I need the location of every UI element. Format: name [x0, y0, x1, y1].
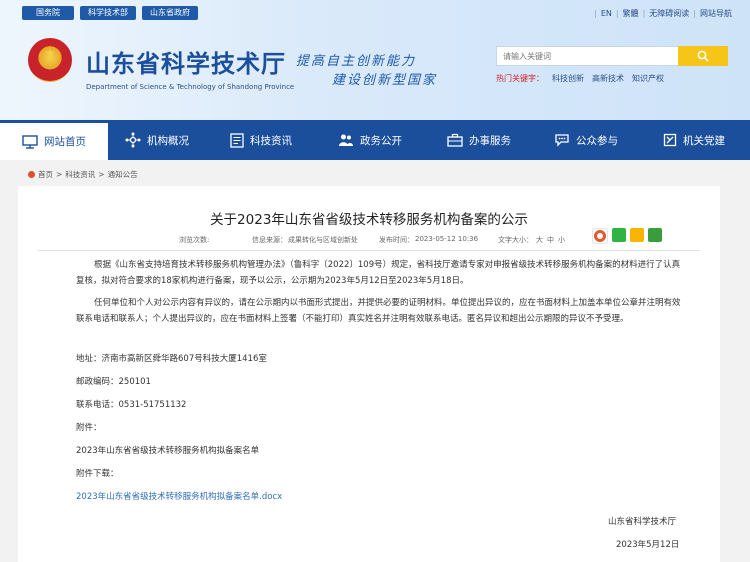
nav-label: 网站首页	[44, 136, 86, 148]
flag-icon	[663, 133, 677, 146]
signature: 山东省科学技术厅	[608, 517, 677, 527]
accessibility-link[interactable]: 无障碍阅读	[649, 8, 689, 19]
phone: 联系电话：0531-51751132	[76, 400, 187, 410]
news-icon	[230, 132, 244, 148]
site-subtitle: Department of Science & Technology of Sh…	[86, 83, 295, 91]
utility-links: | EN | 繁體 | 无障碍阅读 | 网站导航	[594, 8, 732, 19]
top-link-most[interactable]: 科学技术部	[80, 6, 136, 20]
search-input[interactable]	[496, 46, 678, 66]
nav-label: 科技资讯	[250, 134, 292, 147]
sitemap-link[interactable]: 网站导航	[700, 8, 732, 19]
hot-keyword[interactable]: 知识产权	[632, 73, 664, 84]
address: 地址：济南市高新区舜华路607号科技大厦1416室	[76, 354, 267, 364]
article: 关于2023年山东省省级技术转移服务机构备案的公示 浏览次数: 信息来源： 成果…	[18, 186, 720, 562]
hot-keyword[interactable]: 高新技术	[592, 73, 624, 84]
nav-label: 办事服务	[469, 134, 511, 147]
hot-keyword[interactable]: 科技创新	[552, 73, 584, 84]
nav-gov-affairs[interactable]: 政务公开	[316, 120, 424, 160]
slogan-line-1: 提高自主创新能力	[296, 54, 417, 69]
traditional-chinese-link[interactable]: 繁體	[623, 8, 639, 19]
search-button[interactable]	[678, 46, 728, 66]
briefcase-icon	[447, 133, 463, 147]
nav-services[interactable]: 办事服务	[424, 120, 534, 160]
weibo-icon[interactable]	[592, 228, 608, 244]
nav-home[interactable]: 网站首页	[0, 120, 108, 160]
download-label: 附件下载：	[76, 469, 119, 479]
site-title: 山东省科学技术厅	[86, 49, 286, 78]
search-bar	[496, 46, 728, 66]
download-link[interactable]: 2023年山东省省级技术转移服务机构拟备案名单.docx	[76, 490, 688, 506]
site-header: 国务院 科学技术部 山东省政府 | EN | 繁體 | 无障碍阅读 | 网站导航…	[0, 0, 750, 120]
national-emblem-icon	[28, 38, 72, 82]
paragraph-1: 根据《山东省支持培育技术转移服务机构管理办法》（鲁科字〔2022〕109号）规定…	[76, 260, 681, 286]
breadcrumb-notices[interactable]: 通知公告	[108, 169, 138, 180]
slogan-line-2: 建设创新型国家	[332, 73, 438, 88]
nav-public-participation[interactable]: 公众参与	[534, 120, 638, 160]
main-nav: 网站首页 机构概况 科技资讯 政务公开 办事服务 公众参与 机关党建	[0, 120, 750, 160]
views-label: 浏览次数:	[179, 236, 210, 244]
attachment-label: 附件：	[76, 423, 102, 433]
nav-label: 机构概况	[147, 134, 189, 147]
nav-label: 公众参与	[576, 134, 618, 147]
people-icon	[339, 134, 353, 146]
top-links: 国务院 科学技术部 山东省政府	[22, 6, 198, 20]
date-label: 发布时间：	[379, 236, 414, 244]
nav-label: 机关党建	[683, 134, 725, 147]
attachment-name: 2023年山东省省级技术转移服务机构拟备案名单	[76, 446, 260, 456]
nav-label: 政务公开	[360, 134, 402, 147]
monitor-icon	[22, 134, 38, 149]
share-buttons	[592, 228, 662, 244]
breadcrumb-news[interactable]: 科技资讯	[65, 169, 95, 180]
top-link-provincial-gov[interactable]: 山东省政府	[142, 6, 198, 20]
hot-keywords: 热门关键字： 科技创新 高新技术 知识产权	[496, 73, 664, 84]
network-icon	[125, 132, 141, 148]
postcode: 邮政编码：250101	[76, 377, 151, 387]
font-size-small[interactable]: 小	[558, 235, 565, 245]
divider	[38, 250, 700, 251]
douban-icon[interactable]	[648, 228, 662, 242]
top-link-state-council[interactable]: 国务院	[22, 6, 74, 20]
nav-party-building[interactable]: 机关党建	[638, 120, 750, 160]
font-size-medium[interactable]: 中	[547, 235, 554, 245]
hot-keywords-label: 热门关键字：	[496, 74, 544, 83]
source-value: 成果转化与区域创新处	[288, 236, 358, 244]
english-link[interactable]: EN	[601, 9, 612, 18]
nav-news[interactable]: 科技资讯	[206, 120, 316, 160]
source-label: 信息来源：	[252, 236, 287, 244]
location-icon	[28, 171, 35, 178]
search-icon	[697, 50, 709, 62]
font-size-large[interactable]: 大	[536, 235, 543, 245]
date-value: 2023-05-12 10:36	[415, 235, 479, 243]
paragraph-2: 任何单位和个人对公示内容有异议的，请在公示期内以书面形式提出，并提供必要的证明材…	[76, 298, 681, 324]
breadcrumb-home[interactable]: 首页	[38, 169, 53, 180]
breadcrumb: 首页 > 科技资讯 > 通知公告	[28, 169, 138, 180]
wechat-icon[interactable]	[612, 228, 626, 242]
nav-organization[interactable]: 机构概况	[108, 120, 206, 160]
article-title: 关于2023年山东省省级技术转移服务机构备案的公示	[210, 212, 528, 228]
qzone-icon[interactable]	[630, 228, 644, 242]
font-size-label: 文字大小：	[498, 236, 533, 244]
sign-date: 2023年5月12日	[616, 540, 680, 550]
chat-icon	[555, 134, 569, 147]
